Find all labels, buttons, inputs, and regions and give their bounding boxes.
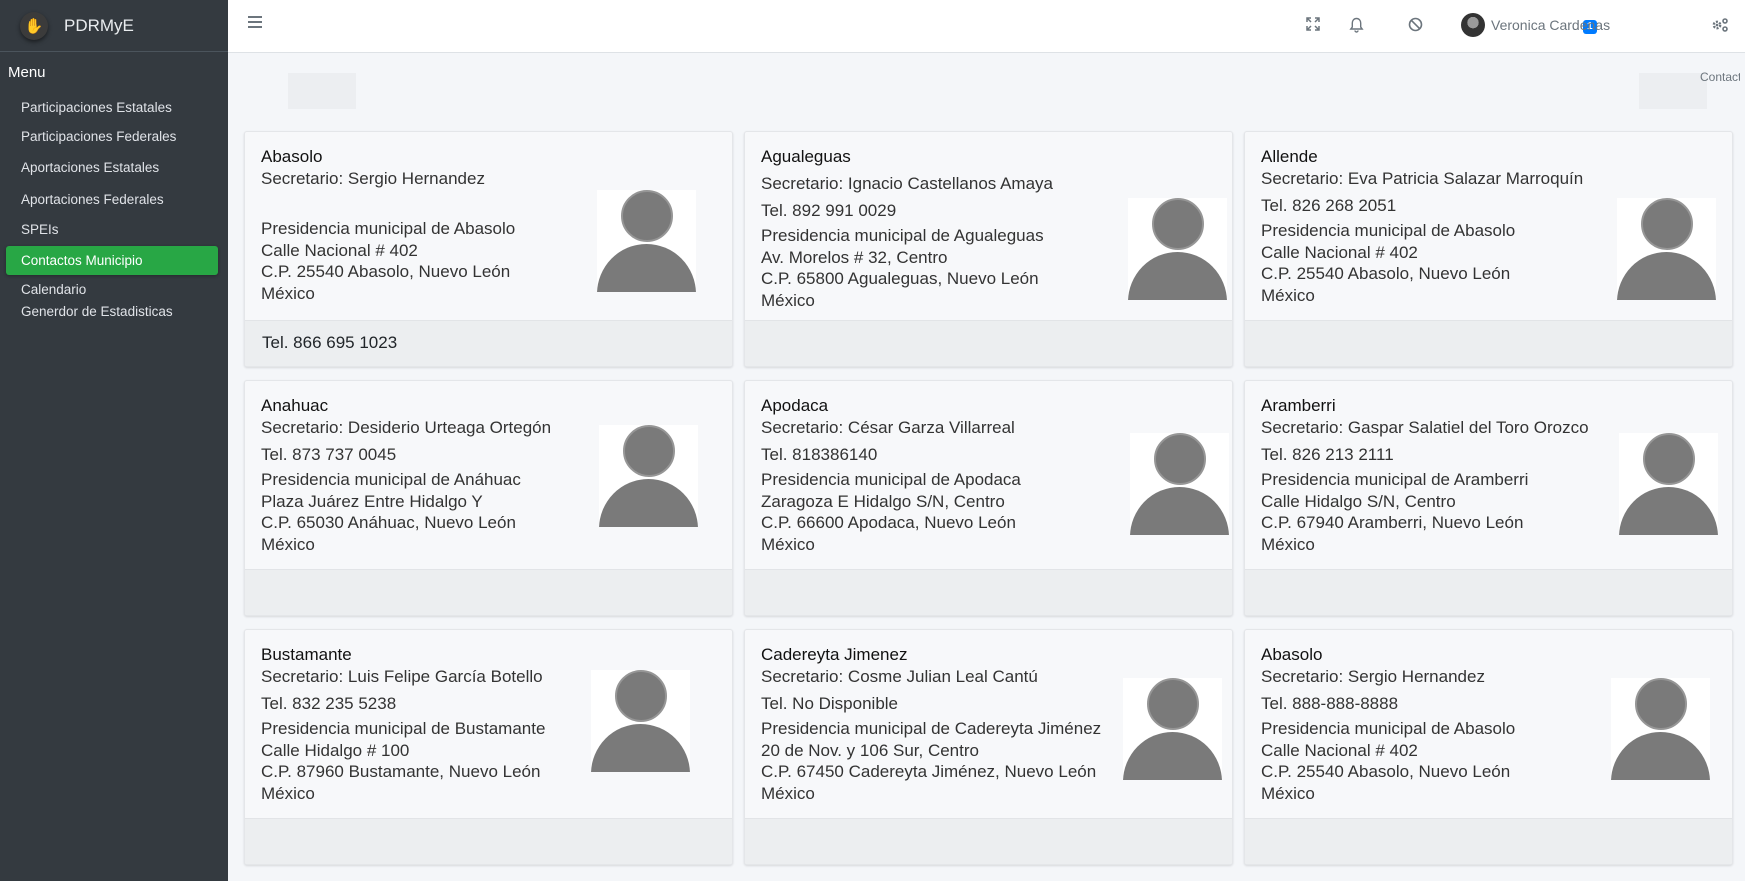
breadcrumb-current: Contacts bbox=[1700, 70, 1740, 84]
municipality-name: Abasolo bbox=[261, 147, 323, 166]
user-avatar bbox=[1461, 13, 1485, 37]
contact-card: Abasolo Secretario: Sergio Hernandez Tel… bbox=[1244, 629, 1733, 865]
contact-card: Allende Secretario: Eva Patricia Salazar… bbox=[1244, 131, 1733, 367]
municipality-name: Aramberri bbox=[1261, 396, 1336, 415]
country: México bbox=[1261, 534, 1315, 554]
contact-card: Bustamante Secretario: Luis Felipe Garcí… bbox=[244, 629, 733, 865]
contact-card: Agualeguas Secretario: Ignacio Castellan… bbox=[744, 131, 1233, 367]
municipality-name: Agualeguas bbox=[761, 147, 851, 166]
contact-avatar bbox=[1130, 433, 1229, 535]
contact-avatar bbox=[1128, 198, 1227, 300]
page-title-placeholder bbox=[288, 73, 356, 109]
card-footer bbox=[745, 818, 1232, 864]
sidebar-item-aportaciones-federales[interactable]: Aportaciones Federales bbox=[6, 185, 218, 214]
sidebar-item-calendario[interactable]: Calendario bbox=[6, 277, 218, 301]
contact-card: Abasolo Secretario: Sergio Hernandez Pre… bbox=[244, 131, 733, 367]
gear-icon[interactable] bbox=[1711, 17, 1729, 37]
card-footer bbox=[745, 569, 1232, 615]
municipality-name: Allende bbox=[1261, 147, 1318, 166]
card-footer bbox=[245, 818, 732, 864]
sidebar: ✋ PDRMyE Menu Participaciones Estatales … bbox=[0, 0, 228, 881]
card-footer bbox=[245, 569, 732, 615]
bell-icon[interactable] bbox=[1349, 17, 1364, 37]
municipality-name: Abasolo bbox=[1261, 645, 1323, 664]
municipality-name: Bustamante bbox=[261, 645, 352, 664]
card-footer bbox=[1245, 320, 1732, 366]
menu-header: Menu bbox=[8, 64, 46, 81]
card-footer bbox=[1245, 569, 1732, 615]
fullscreen-icon[interactable] bbox=[1306, 17, 1320, 35]
brand-name: PDRMyE bbox=[64, 15, 134, 35]
country: México bbox=[261, 534, 315, 554]
contacts-grid: Abasolo Secretario: Sergio Hernandez Pre… bbox=[244, 131, 1733, 865]
ban-icon[interactable] bbox=[1408, 17, 1423, 36]
user-menu[interactable]: Veronica Cardenas bbox=[1461, 13, 1610, 37]
footer-phone: Tel. 866 695 1023 bbox=[262, 333, 398, 352]
contact-card: Cadereyta Jimenez Secretario: Cosme Juli… bbox=[744, 629, 1233, 865]
contact-avatar bbox=[1123, 678, 1222, 780]
menu-icon[interactable] bbox=[248, 16, 262, 30]
card-footer: Tel. 866 695 1023 bbox=[245, 320, 732, 366]
country: México bbox=[761, 534, 815, 554]
contact-card: Aramberri Secretario: Gaspar Salatiel de… bbox=[1244, 380, 1733, 616]
contact-avatar bbox=[597, 190, 696, 292]
topbar: 1 Veronica Cardenas bbox=[228, 0, 1745, 53]
municipality-name: Apodaca bbox=[761, 396, 829, 415]
sidebar-item-contactos-municipio[interactable]: Contactos Municipio bbox=[6, 246, 218, 275]
secretary-name: Secretario: Eva Patricia Salazar Marroqu… bbox=[1261, 169, 1584, 188]
country: México bbox=[261, 783, 315, 803]
sidebar-item-aportaciones-estatales[interactable]: Aportaciones Estatales bbox=[6, 153, 218, 182]
sidebar-item-speis[interactable]: SPEIs bbox=[6, 215, 218, 244]
card-footer bbox=[745, 320, 1232, 366]
sidebar-nav: Participaciones Estatales Participacione… bbox=[0, 93, 228, 326]
contact-avatar bbox=[1617, 198, 1716, 300]
sidebar-item-participaciones-estatales[interactable]: Participaciones Estatales bbox=[6, 93, 218, 122]
sidebar-item-generdor-de-estadisticas[interactable]: Generdor de Estadisticas bbox=[6, 301, 218, 326]
secretary-name: Secretario: Sergio Hernandez bbox=[261, 169, 485, 188]
country: México bbox=[761, 783, 815, 803]
brand-logo-icon: ✋ bbox=[20, 11, 48, 40]
contact-avatar bbox=[1611, 678, 1710, 780]
brand[interactable]: ✋ PDRMyE bbox=[0, 0, 228, 52]
country: México bbox=[1261, 783, 1315, 803]
breadcrumb-placeholder bbox=[1639, 73, 1707, 109]
content-header: Contacts bbox=[228, 53, 1745, 115]
contact-card: Apodaca Secretario: César Garza Villarre… bbox=[744, 380, 1233, 616]
card-footer bbox=[1245, 818, 1732, 864]
contact-avatar bbox=[599, 425, 698, 527]
contact-avatar bbox=[1619, 433, 1718, 535]
municipality-name: Anahuac bbox=[261, 396, 329, 415]
contact-avatar bbox=[591, 670, 690, 772]
sidebar-item-participaciones-federales[interactable]: Participaciones Federales bbox=[6, 122, 218, 151]
municipality-name: Cadereyta Jimenez bbox=[761, 645, 908, 664]
user-name: Veronica Cardenas bbox=[1491, 17, 1611, 33]
secretary-name: Secretario: Ignacio Castellanos Amaya bbox=[761, 174, 1053, 193]
contact-card: Anahuac Secretario: Desiderio Urteaga Or… bbox=[244, 380, 733, 616]
